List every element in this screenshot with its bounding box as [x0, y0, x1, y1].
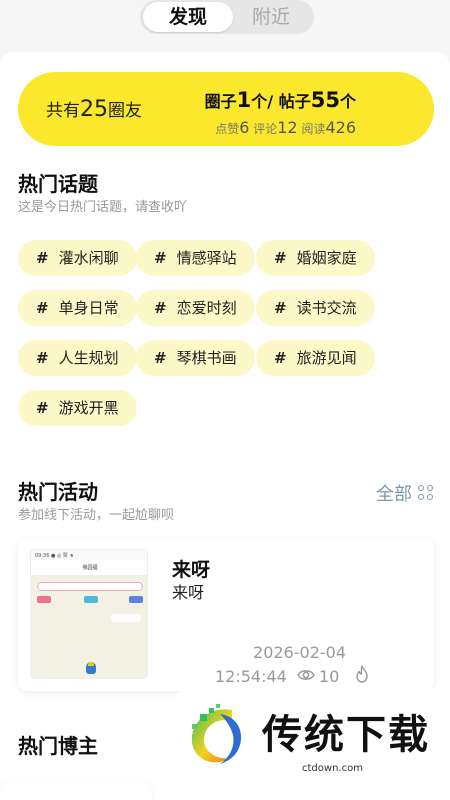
hash-icon: # [274, 349, 287, 367]
thumbnail-search-bar [37, 582, 143, 591]
engagement-counts: 点赞6 评论12 阅读426 [215, 118, 356, 137]
topic-label: 恋爱时刻 [176, 299, 237, 317]
likes-count: 6 [239, 118, 250, 137]
topic-chip[interactable]: # 读书交流 [256, 290, 375, 326]
mascot-icon [86, 662, 96, 674]
posts-label: 帖子 [278, 92, 311, 111]
segmented-control: 发现 附近 [140, 0, 314, 34]
topic-label: 灌水闲聊 [58, 249, 119, 267]
flame-icon [356, 665, 368, 683]
grid-icon [418, 485, 434, 501]
topic-chip[interactable]: # 恋爱时刻 [136, 290, 255, 326]
reads-count: 426 [325, 118, 356, 137]
posts-unit: 个 [339, 92, 356, 111]
hot-bloggers-title: 热门博主 [18, 734, 98, 758]
topic-label: 情感驿站 [176, 249, 237, 267]
hash-icon: # [36, 249, 49, 267]
topic-chip[interactable]: # 灌水闲聊 [18, 240, 137, 276]
topic-chip[interactable]: # 旅游见闻 [256, 340, 375, 376]
blogger-card[interactable] [0, 782, 152, 800]
topic-chip[interactable]: # 琴棋书画 [136, 340, 255, 376]
hash-icon: # [154, 249, 167, 267]
member-total: 共有25圈友 [46, 96, 142, 122]
activity-card[interactable]: 09:36 ● ◎ 赞 ★ 我园福 来呀 来呀 2026-02-04 12:54… [18, 539, 434, 691]
watermark-logo-icon [191, 704, 242, 764]
topic-label: 游戏开黑 [58, 399, 119, 417]
activity-time: 12:54:44 [215, 667, 287, 686]
circles-label: 圈子 [204, 92, 237, 111]
eye-icon [297, 670, 315, 680]
hash-icon: # [274, 249, 287, 267]
view-all-link[interactable]: 全部 [376, 480, 434, 506]
thumbnail-button [84, 596, 98, 603]
posts-count: 55 [310, 88, 340, 112]
thumbnail-header: 我园福 [31, 560, 147, 576]
view-count: 10 [319, 667, 340, 686]
hash-icon: # [36, 349, 49, 367]
hot-activities-subtitle: 参加线下活动，一起尬聊呗 [18, 508, 175, 523]
circles-unit: 个/ [251, 92, 274, 111]
topic-label: 旅游见闻 [296, 349, 357, 367]
topic-chip[interactable]: # 人生规划 [18, 340, 137, 376]
member-total-prefix: 共有 [46, 101, 80, 121]
watermark-brand: 传统下载 [262, 712, 430, 758]
activity-date: 2026-02-04 [253, 643, 346, 662]
topic-label: 单身日常 [58, 299, 119, 317]
topic-label: 琴棋书画 [176, 349, 237, 367]
tab-nearby[interactable]: 附近 [232, 2, 310, 32]
hot-activities-title: 热门活动 [18, 480, 98, 504]
topic-label: 人生规划 [58, 349, 119, 367]
reads-label: 阅读 [301, 122, 326, 136]
watermark-overlay: 传统下载 ctdown.com [170, 688, 450, 800]
topic-chip[interactable]: # 单身日常 [18, 290, 137, 326]
hash-icon: # [36, 399, 49, 417]
stats-card[interactable]: 共有25圈友 圈子1个/ 帖子55个 点赞6 评论12 阅读426 [18, 72, 434, 146]
thumbnail-body [31, 576, 147, 678]
hash-icon: # [154, 299, 167, 317]
hash-icon: # [154, 349, 167, 367]
hot-topics-title: 热门话题 [18, 172, 98, 196]
thumbnail-pill [111, 614, 141, 622]
view-all-label: 全部 [376, 484, 412, 505]
topic-chip[interactable]: # 婚姻家庭 [256, 240, 375, 276]
thumbnail-button [37, 596, 51, 603]
activity-thumbnail: 09:36 ● ◎ 赞 ★ 我园福 [30, 549, 148, 679]
circles-count: 1 [236, 88, 252, 112]
topic-label: 读书交流 [296, 299, 357, 317]
activity-description: 来呀 [172, 583, 205, 602]
topic-label: 婚姻家庭 [296, 249, 357, 267]
member-total-count: 25 [80, 97, 108, 122]
page: 发现 附近 共有25圈友 圈子1个/ 帖子55个 点赞6 评论12 阅读426 … [0, 0, 450, 800]
activity-title: 来呀 [172, 559, 211, 581]
tab-discover[interactable]: 发现 [143, 2, 233, 32]
topic-chip[interactable]: # 情感驿站 [136, 240, 255, 276]
hash-icon: # [36, 299, 49, 317]
hot-topics-subtitle: 这是今日热门话题，请查收吖 [18, 200, 188, 215]
circle-post-counts: 圈子1个/ 帖子55个 [205, 88, 356, 112]
likes-label: 点赞 [215, 122, 240, 136]
top-bar: 发现 附近 [0, 0, 450, 52]
watermark-url: ctdown.com [302, 763, 363, 774]
comments-count: 12 [277, 118, 298, 137]
thumbnail-status-bar: 09:36 ● ◎ 赞 ★ [31, 550, 147, 560]
hash-icon: # [274, 299, 287, 317]
topic-chip[interactable]: # 游戏开黑 [18, 390, 137, 426]
thumbnail-button [129, 596, 143, 603]
member-total-suffix: 圈友 [108, 101, 142, 121]
comments-label: 评论 [253, 122, 278, 136]
